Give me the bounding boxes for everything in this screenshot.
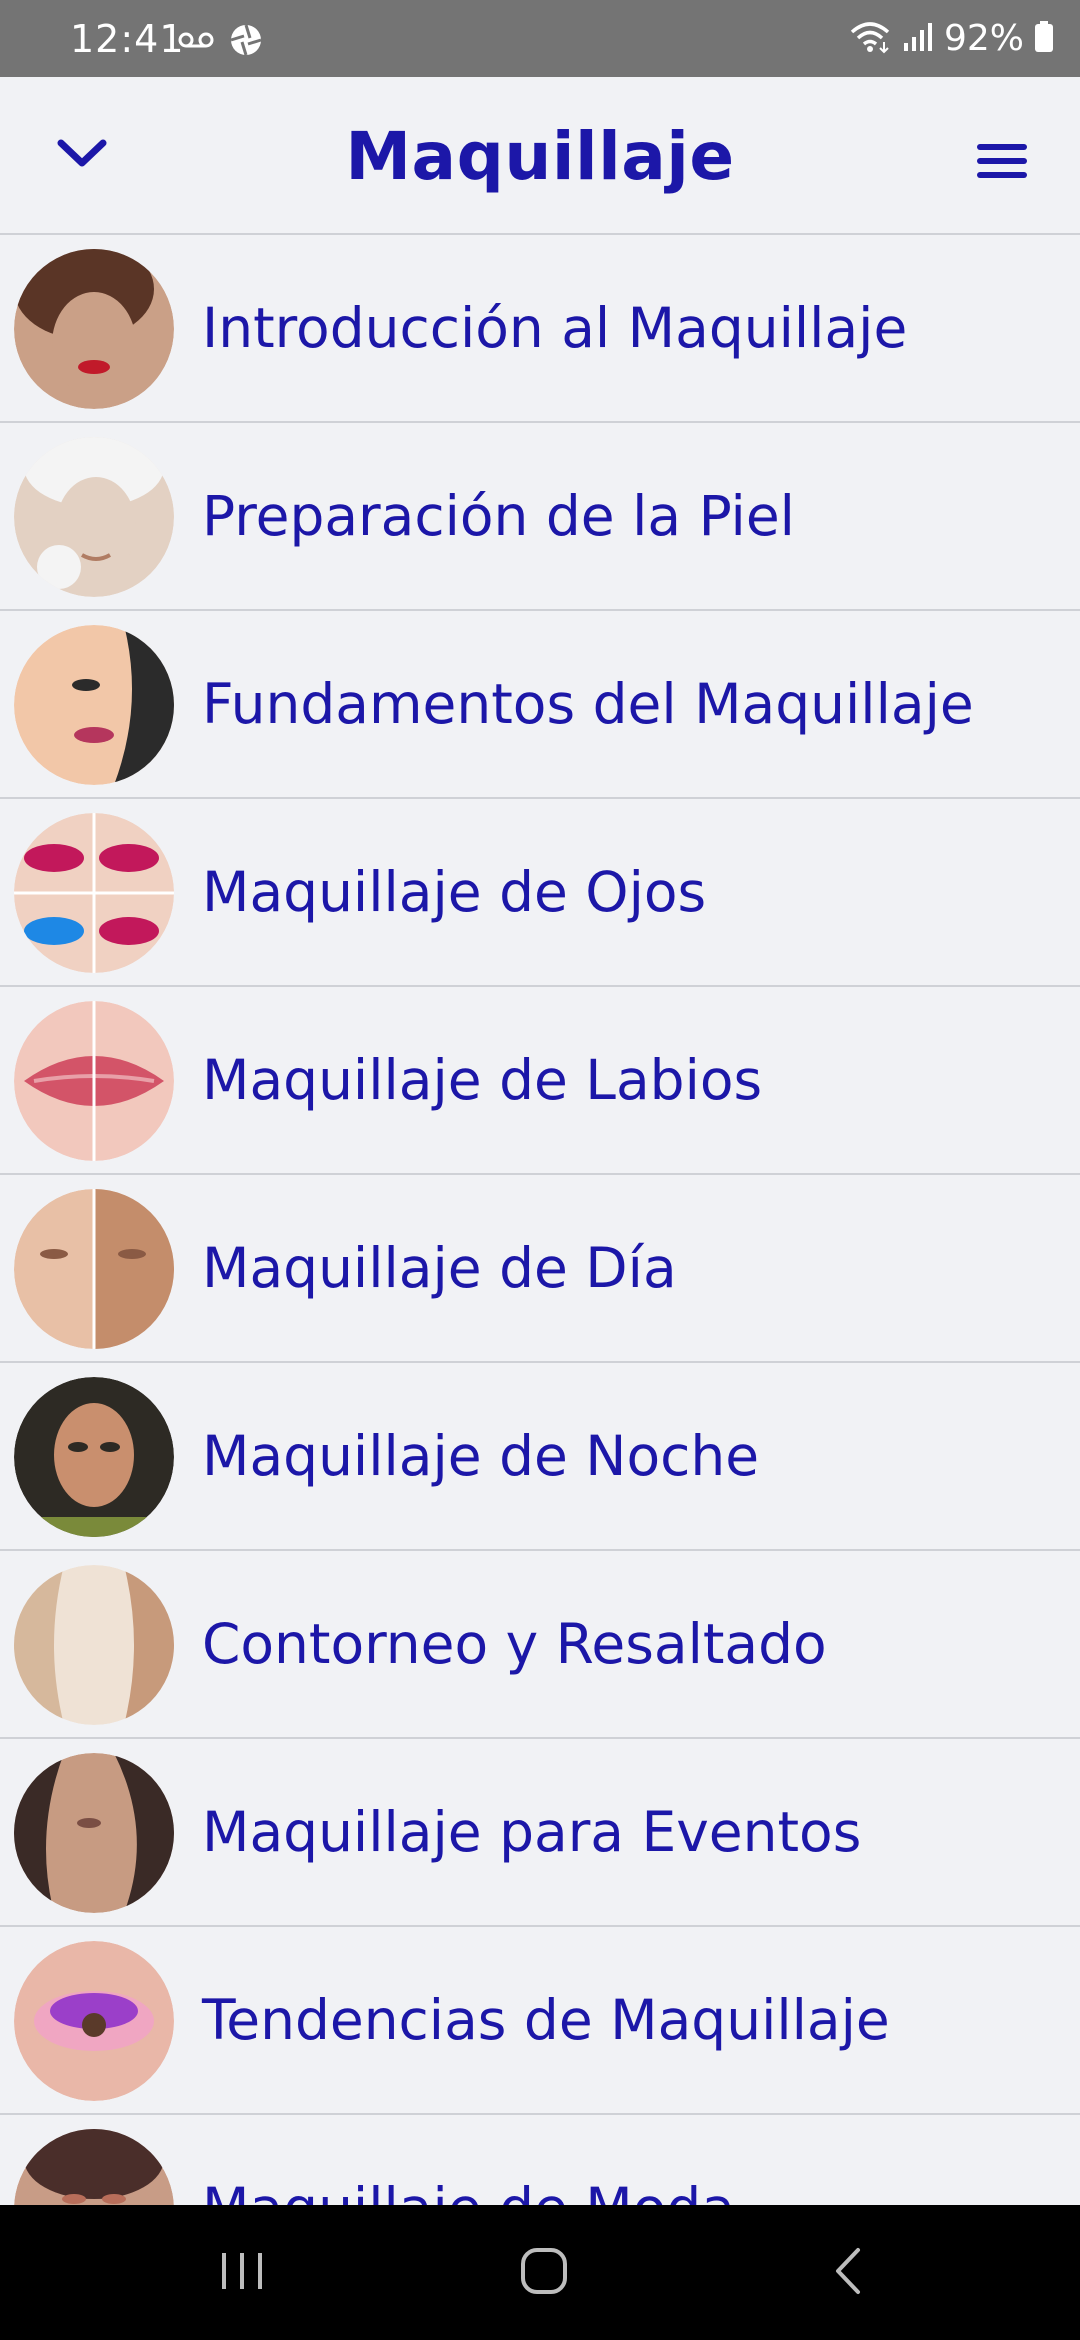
status-right: 92% <box>848 17 1054 61</box>
recents-icon <box>218 2249 266 2297</box>
signal-icon <box>902 21 934 57</box>
lesson-title: Maquillaje de Noche <box>202 1424 760 1488</box>
lesson-list[interactable]: Introducción al Maquillaje Preparación d… <box>0 235 1080 2205</box>
home-icon <box>519 2246 569 2300</box>
status-time: 12:41 <box>70 17 185 61</box>
list-item[interactable]: Fundamentos del Maquillaje <box>0 611 1080 799</box>
back-icon <box>830 2246 866 2300</box>
app-header: Maquillaje <box>0 77 1080 235</box>
status-left-icons <box>178 22 264 62</box>
list-item[interactable]: Introducción al Maquillaje <box>0 235 1080 423</box>
voicemail-icon <box>178 28 214 56</box>
lesson-title: Preparación de la Piel <box>202 484 795 548</box>
list-item[interactable]: Maquillaje de Ojos <box>0 799 1080 987</box>
system-nav-bar <box>0 2205 1080 2340</box>
lesson-title: Tendencias de Maquillaje <box>202 1988 890 2052</box>
list-item[interactable]: Maquillaje de Labios <box>0 987 1080 1175</box>
menu-button[interactable] <box>964 133 1040 193</box>
lesson-title: Fundamentos del Maquillaje <box>202 672 974 736</box>
lesson-thumbnail <box>14 813 174 973</box>
battery-icon <box>1034 21 1054 57</box>
lesson-thumbnail <box>14 1941 174 2101</box>
lesson-title: Maquillaje de Día <box>202 1236 677 1300</box>
lesson-thumbnail <box>14 249 174 409</box>
lesson-thumbnail <box>14 1565 174 1725</box>
lesson-thumbnail <box>14 1753 174 1913</box>
list-item[interactable]: Maquillaje para Eventos <box>0 1739 1080 1927</box>
list-item[interactable]: Maquillaje de Día <box>0 1175 1080 1363</box>
lesson-thumbnail <box>14 437 174 597</box>
lesson-thumbnail <box>14 2129 174 2205</box>
lesson-title: Maquillaje para Eventos <box>202 1800 862 1864</box>
battery-percentage: 92% <box>943 18 1024 59</box>
page-title: Maquillaje <box>345 118 735 195</box>
lesson-title: Introducción al Maquillaje <box>202 296 908 360</box>
back-button[interactable] <box>778 2205 918 2340</box>
lesson-title: Maquillaje de Ojos <box>202 860 707 924</box>
hamburger-menu-icon <box>975 141 1029 185</box>
list-item[interactable]: Maquillaje de Moda <box>0 2115 1080 2205</box>
lesson-thumbnail <box>14 1001 174 1161</box>
lesson-title: Maquillaje de Labios <box>202 1048 763 1112</box>
lesson-thumbnail <box>14 1189 174 1349</box>
aperture-icon <box>228 22 264 62</box>
wifi-icon <box>848 20 892 58</box>
list-item[interactable]: Preparación de la Piel <box>0 423 1080 611</box>
lesson-title: Contorneo y Resaltado <box>202 1612 827 1676</box>
lesson-thumbnail <box>14 1377 174 1537</box>
recents-button[interactable] <box>172 2205 312 2340</box>
list-item[interactable]: Maquillaje de Noche <box>0 1363 1080 1551</box>
status-bar: 12:41 92% <box>0 0 1080 77</box>
lesson-title: Maquillaje de Moda <box>202 2173 735 2205</box>
list-item[interactable]: Contorneo y Resaltado <box>0 1551 1080 1739</box>
lesson-thumbnail <box>14 625 174 785</box>
list-item[interactable]: Tendencias de Maquillaje <box>0 1927 1080 2115</box>
home-button[interactable] <box>474 2205 614 2340</box>
